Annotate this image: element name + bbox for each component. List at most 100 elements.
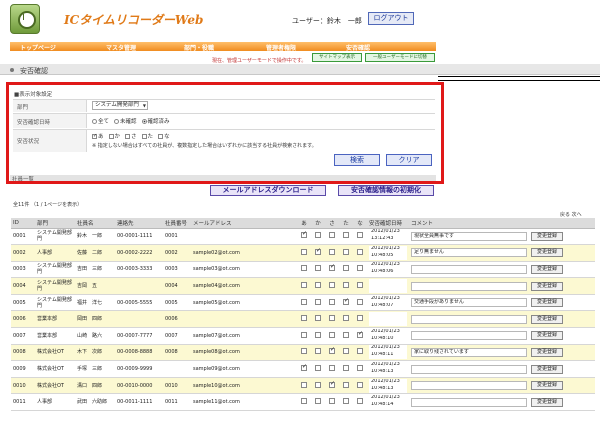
comment-input[interactable] xyxy=(411,397,527,407)
comment-input[interactable]: 現状全員無事です xyxy=(411,231,527,241)
status-checkbox[interactable] xyxy=(357,298,363,305)
nav-item-safety[interactable]: 安否確認 xyxy=(346,43,370,52)
status-checkbox[interactable] xyxy=(343,348,349,355)
status-checkbox[interactable] xyxy=(343,282,349,289)
cell-status xyxy=(353,344,367,362)
status-checkbox[interactable] xyxy=(343,232,349,239)
status-checkbox[interactable] xyxy=(301,282,307,289)
cell-tel: 00-0008-8888 xyxy=(115,344,163,362)
nav-item-admin[interactable]: 管理者権限 xyxy=(266,43,296,52)
nav-item-master[interactable]: マスタ管理 xyxy=(106,43,136,52)
status-checkbox[interactable] xyxy=(301,364,307,372)
status-checkbox[interactable] xyxy=(329,315,335,322)
sitemap-button[interactable]: サイトマップ表示 xyxy=(312,53,362,62)
status-checkbox[interactable] xyxy=(315,248,321,255)
status-checkbox[interactable] xyxy=(357,398,363,405)
comment-input[interactable]: 家に取り残されています xyxy=(411,347,527,357)
comment-input[interactable]: 足り無ません xyxy=(411,248,527,258)
change-register-button[interactable]: 変更登録 xyxy=(531,298,563,308)
status-checkbox[interactable] xyxy=(357,331,363,338)
comment-input[interactable]: 交通手段がありません xyxy=(411,298,527,308)
mail-download-button[interactable]: メールアドレスダウンロード xyxy=(210,185,326,196)
status-checkbox[interactable] xyxy=(315,265,321,272)
status-checkbox[interactable] xyxy=(357,381,363,388)
cell-status xyxy=(353,261,367,279)
nav-item-dept[interactable]: 部門・役職 xyxy=(184,43,214,52)
status-checkbox[interactable] xyxy=(315,381,321,388)
status-checkbox[interactable] xyxy=(329,398,335,405)
cell-id: 0003 xyxy=(11,261,35,279)
status-checkbox[interactable] xyxy=(343,331,349,338)
change-register-button[interactable]: 変更登録 xyxy=(531,281,563,291)
comment-input[interactable] xyxy=(411,331,527,341)
status-checkbox[interactable] xyxy=(315,298,321,305)
status-checkbox[interactable] xyxy=(301,298,307,305)
table-row: 0003 システム開発部門 吉田 三郎 00-0003-3333 0003 sample0… xyxy=(11,261,595,279)
status-checkbox[interactable] xyxy=(357,348,363,355)
change-register-button[interactable]: 変更登録 xyxy=(531,248,563,258)
change-register-button[interactable]: 変更登録 xyxy=(531,364,563,374)
status-checkbox[interactable] xyxy=(301,315,307,322)
status-checkbox[interactable] xyxy=(329,365,335,372)
date-text: 2012/01/23 xyxy=(369,262,407,270)
status-checkbox[interactable] xyxy=(301,348,307,355)
status-checkbox[interactable] xyxy=(343,315,349,322)
status-checkbox[interactable] xyxy=(357,248,363,255)
status-checkbox[interactable] xyxy=(315,315,321,322)
status-checkbox[interactable] xyxy=(315,232,321,239)
logout-button[interactable]: ログアウト xyxy=(368,12,414,25)
change-register-button[interactable]: 変更登録 xyxy=(531,347,563,357)
change-register-button[interactable]: 変更登録 xyxy=(531,264,563,274)
status-checkbox[interactable] xyxy=(301,331,307,338)
status-checkbox[interactable] xyxy=(343,298,349,305)
cell-status xyxy=(325,228,339,246)
status-checkbox[interactable] xyxy=(315,348,321,355)
status-checkbox[interactable] xyxy=(329,264,335,272)
change-register-button[interactable]: 変更登録 xyxy=(531,231,563,241)
comment-input[interactable] xyxy=(411,281,527,291)
status-checkbox[interactable] xyxy=(301,231,307,239)
status-checkbox[interactable] xyxy=(329,381,335,388)
change-register-button[interactable]: 変更登録 xyxy=(531,314,563,324)
status-checkbox[interactable] xyxy=(301,248,307,255)
status-checkbox[interactable] xyxy=(329,347,335,355)
change-register-button[interactable]: 変更登録 xyxy=(531,397,563,407)
status-checkbox[interactable] xyxy=(315,282,321,289)
status-checkbox[interactable] xyxy=(357,282,363,289)
time-text: 10:48:14 xyxy=(369,402,407,410)
status-checkbox[interactable] xyxy=(357,232,363,239)
change-register-button[interactable]: 変更登録 xyxy=(531,331,563,341)
status-checkbox[interactable] xyxy=(357,265,363,272)
date-text xyxy=(369,312,407,320)
status-checkbox[interactable] xyxy=(343,365,349,372)
comment-input[interactable] xyxy=(411,364,527,374)
comment-input[interactable] xyxy=(411,264,527,274)
status-checkbox[interactable] xyxy=(343,265,349,272)
status-checkbox[interactable] xyxy=(329,331,335,338)
status-checkbox[interactable] xyxy=(329,298,335,305)
status-checkbox[interactable] xyxy=(329,282,335,289)
status-checkbox[interactable] xyxy=(329,248,335,255)
status-checkbox[interactable] xyxy=(315,365,321,372)
status-checkbox[interactable] xyxy=(343,398,349,405)
status-checkbox[interactable] xyxy=(301,398,307,405)
status-checkbox[interactable] xyxy=(343,381,349,388)
cell-id: 0008 xyxy=(11,344,35,362)
user-mode-button[interactable]: 一般ユーザーモードに切替 xyxy=(365,53,435,62)
comment-input[interactable] xyxy=(411,314,527,324)
change-register-button[interactable]: 変更登録 xyxy=(531,381,563,391)
result-count: 全11件 （1 / 1ページを表示） xyxy=(13,202,83,208)
pager[interactable]: 戻る 次へ xyxy=(560,211,582,218)
status-checkbox[interactable] xyxy=(301,265,307,272)
status-checkbox[interactable] xyxy=(315,398,321,405)
status-checkbox[interactable] xyxy=(301,381,307,388)
reset-button[interactable]: 安否確認情報の初期化 xyxy=(338,185,434,196)
time-text: 10:48:06 xyxy=(369,269,407,277)
status-checkbox[interactable] xyxy=(343,248,349,255)
status-checkbox[interactable] xyxy=(315,331,321,338)
comment-input[interactable] xyxy=(411,381,527,391)
status-checkbox[interactable] xyxy=(357,315,363,322)
nav-item-top[interactable]: トップページ xyxy=(20,43,56,52)
status-checkbox[interactable] xyxy=(357,365,363,372)
status-checkbox[interactable] xyxy=(329,232,335,239)
